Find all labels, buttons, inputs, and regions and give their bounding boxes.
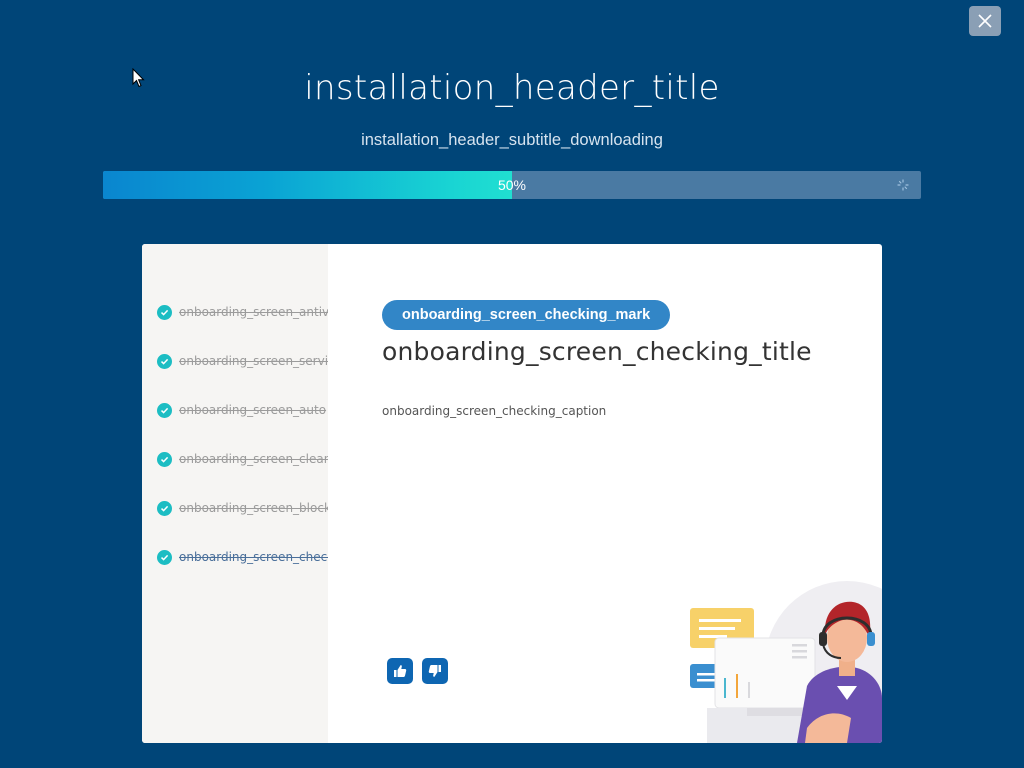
download-progress-bar: 50% bbox=[103, 171, 921, 199]
step-label: onboarding_screen_checking bbox=[179, 550, 328, 564]
onboarding-step: onboarding_screen_auto bbox=[157, 401, 328, 419]
step-label: onboarding_screen_blocker bbox=[179, 501, 328, 515]
like-button[interactable] bbox=[387, 658, 413, 684]
onboarding-step: onboarding_screen_blocker bbox=[157, 499, 328, 517]
onboarding-step: onboarding_screen_cleaner bbox=[157, 450, 328, 468]
close-button[interactable] bbox=[969, 6, 1001, 36]
checking-mark-badge: onboarding_screen_checking_mark bbox=[382, 300, 671, 330]
onboarding-title: onboarding_screen_checking_title bbox=[382, 337, 812, 366]
onboarding-card: onboarding_screen_antivirus onboarding_s… bbox=[142, 244, 882, 743]
step-label: onboarding_screen_service bbox=[179, 354, 328, 368]
header-title: installation_header_title bbox=[304, 68, 720, 108]
step-label: onboarding_screen_antivirus bbox=[179, 305, 328, 319]
progress-label: 50% bbox=[497, 177, 527, 193]
spinner-icon bbox=[897, 179, 909, 191]
onboarding-step-active: onboarding_screen_checking bbox=[157, 548, 328, 566]
step-label: onboarding_screen_cleaner bbox=[179, 452, 328, 466]
step-label: onboarding_screen_auto bbox=[179, 403, 327, 417]
check-icon bbox=[157, 549, 172, 565]
check-icon bbox=[157, 500, 172, 516]
thumbs-down-icon bbox=[428, 665, 441, 677]
check-icon bbox=[157, 402, 172, 418]
dislike-button[interactable] bbox=[422, 658, 448, 684]
check-icon bbox=[157, 304, 172, 320]
header-subtitle: installation_header_subtitle_downloading bbox=[361, 131, 663, 149]
check-icon bbox=[157, 451, 172, 467]
onboarding-steps-sidebar: onboarding_screen_antivirus onboarding_s… bbox=[142, 244, 328, 743]
close-icon bbox=[978, 14, 992, 28]
onboarding-caption: onboarding_screen_checking_caption bbox=[382, 404, 607, 418]
check-icon bbox=[157, 353, 172, 369]
thumbs-up-icon bbox=[394, 665, 407, 677]
support-agent-illustration bbox=[690, 581, 882, 743]
onboarding-step: onboarding_screen_service bbox=[157, 352, 328, 370]
onboarding-step: onboarding_screen_antivirus bbox=[157, 303, 328, 321]
